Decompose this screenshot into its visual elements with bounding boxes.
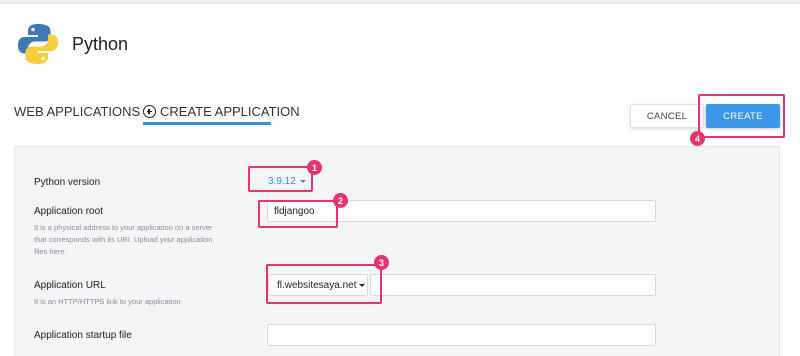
annotation-badge-4: 4 bbox=[690, 131, 705, 146]
annotation-badge-2: 2 bbox=[333, 193, 348, 208]
highlight-app-root bbox=[258, 200, 338, 228]
app-url-path-input[interactable] bbox=[370, 274, 656, 296]
highlight-create-button bbox=[698, 94, 785, 138]
startup-file-label: Application startup file bbox=[34, 330, 132, 341]
app-root-help: It is a physical address to your applica… bbox=[34, 223, 213, 256]
tab-web-applications[interactable]: WEB APPLICATIONS bbox=[14, 104, 140, 119]
app-url-help: It is an HTTP/HTTPS link to your applica… bbox=[34, 297, 181, 306]
highlight-python-version bbox=[248, 166, 313, 192]
highlight-app-url bbox=[266, 264, 382, 304]
startup-file-input[interactable] bbox=[267, 324, 656, 346]
plus-circle-icon bbox=[143, 105, 156, 118]
app-url-label: Application URL bbox=[34, 280, 106, 291]
annotation-badge-1: 1 bbox=[307, 160, 322, 175]
app-header: Python bbox=[0, 4, 800, 88]
python-version-label: Python version bbox=[34, 177, 101, 188]
tab-create-application[interactable]: CREATE APPLICATION bbox=[143, 104, 300, 119]
tab-create-application-label: CREATE APPLICATION bbox=[160, 104, 300, 119]
page-title: Python bbox=[72, 34, 129, 54]
active-tab-indicator bbox=[143, 122, 271, 125]
app-root-label: Application root bbox=[34, 206, 103, 217]
annotation-badge-3: 3 bbox=[374, 255, 389, 270]
cancel-button[interactable]: CANCEL bbox=[630, 104, 704, 128]
python-logo-icon bbox=[18, 24, 58, 64]
